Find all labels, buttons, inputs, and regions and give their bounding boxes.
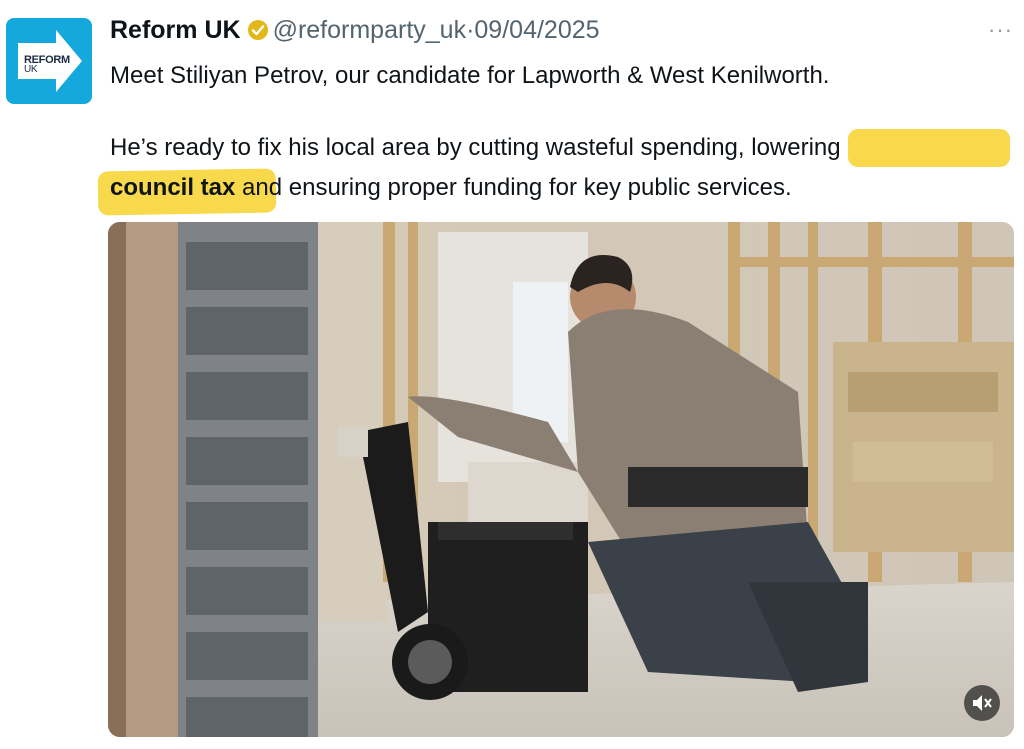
highlight-mark-line2 [848,129,1010,167]
tweet-header: Reform UK @reformparty_uk·09/04/2025 [110,16,600,48]
verified-badge-icon [247,19,269,48]
tweet-text-line3-part2: and ensuring proper funding for key publ… [235,174,792,201]
highlighted-text-lowering: , lowering [737,134,841,161]
video-media[interactable] [108,222,1014,737]
tweet-text-line2-part1: He’s ready to fix his local area by cutt… [110,134,738,161]
tweet-text-line1: Meet Stiliyan Petrov, our candidate for … [110,62,830,89]
more-options-icon[interactable]: ··· [988,17,1013,43]
author-handle[interactable]: @reformparty_uk [273,16,467,44]
author-avatar[interactable]: REFORM UK [6,18,92,104]
post-date[interactable]: 09/04/2025 [474,16,599,44]
highlighted-text-council-tax: council tax [110,174,236,201]
tweet-text-line3: council tax and ensuring proper funding … [110,171,792,205]
tweet-text-line2: He’s ready to fix his local area by cutt… [110,131,841,165]
avatar-wordmark-line2: UK [24,64,38,75]
author-name[interactable]: Reform UK [110,16,241,44]
avatar-wordmark: REFORM UK [24,55,70,75]
speaker-muted-icon[interactable] [964,685,1000,721]
video-frame [108,222,1014,737]
